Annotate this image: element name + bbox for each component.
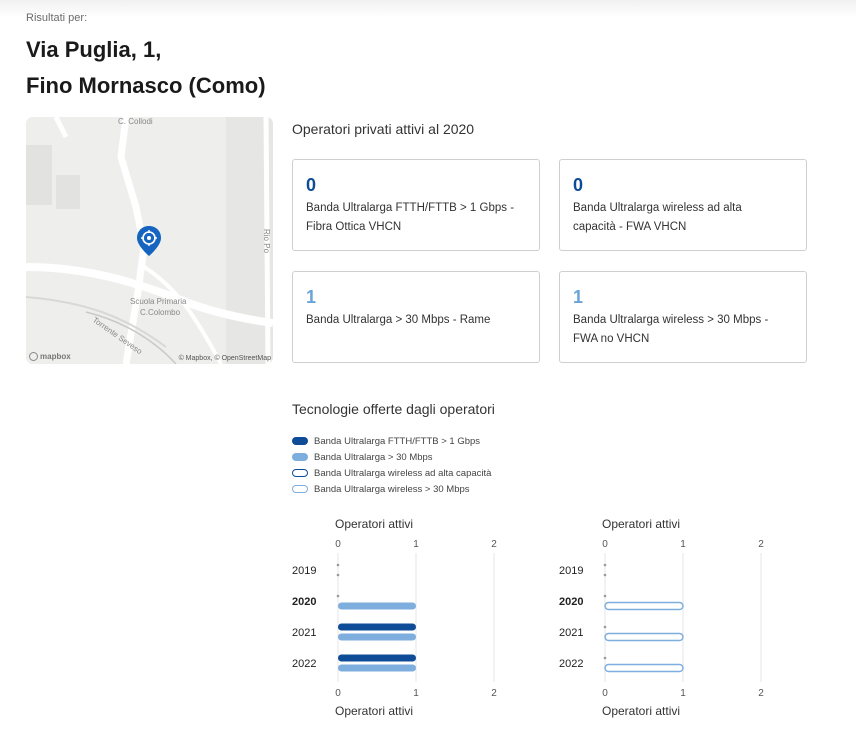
operator-card-copper: 1 Banda Ultralarga > 30 Mbps - Rame [292, 271, 540, 363]
chart-wireless-svg: Operatori attivi Operatori attivi 0 0 1 1 2 2 20… [559, 517, 764, 718]
operator-card-value: 1 [306, 287, 317, 307]
legend-label: Banda Ultralarga wireless > 30 Mbps [314, 483, 470, 495]
x-tick-label-bottom: 1 [413, 688, 419, 699]
mapbox-logo-icon [29, 352, 38, 361]
map-label-school-2: C.Colombo [140, 308, 181, 317]
zero-marker [336, 594, 340, 598]
y-category-label: 2020 [559, 596, 583, 608]
x-tick-label-bottom: 2 [491, 688, 497, 699]
top-fade [0, 0, 856, 18]
x-axis-title-bottom: Operatori attivi [335, 704, 413, 718]
y-category-label: 2022 [559, 658, 583, 670]
map-attribution[interactable]: © Mapbox, © OpenStreetMap [179, 355, 271, 362]
operator-card-value: 1 [573, 287, 584, 307]
legend-label: Banda Ultralarga > 30 Mbps [314, 451, 433, 463]
x-tick-label-top: 2 [491, 539, 497, 550]
operator-card-label: Banda Ultralarga wireless ad alta capacit… [573, 202, 742, 233]
legend-item: Banda Ultralarga FTTH/FTTB > 1 Gbps [292, 433, 491, 449]
zero-marker [336, 573, 340, 577]
x-tick-label-top: 0 [335, 539, 341, 550]
y-category-label: 2019 [559, 565, 583, 577]
address-line-1: Via Puglia, 1, [26, 37, 162, 62]
bar [604, 663, 684, 673]
legend-swatch [292, 453, 308, 461]
operator-card-label: Banda Ultralarga FTTH/FTTB > 1 Gbps - Fib… [306, 202, 515, 233]
y-category-label: 2022 [292, 658, 316, 670]
zero-marker [603, 573, 607, 577]
x-tick-label-bottom: 0 [335, 688, 341, 699]
results-for-label: Risultati per: [26, 12, 88, 24]
mapbox-logo[interactable]: mapbox [29, 352, 71, 361]
chart-wireless: Operatori attivi Operatori attivi 0 0 1 1 2 2 20… [553, 510, 803, 730]
bar [604, 632, 684, 642]
x-tick-label-top: 2 [758, 539, 764, 550]
x-tick-label-top: 1 [413, 539, 419, 550]
bar [338, 664, 416, 672]
operator-card-value: 0 [573, 175, 584, 195]
location-pin-icon[interactable] [136, 225, 162, 257]
legend-label: Banda Ultralarga wireless ad alta capaci… [314, 467, 492, 479]
location-map[interactable]: C. Collodi Scuola Primaria C.Colombo Tor… [26, 117, 273, 364]
x-tick-label-top: 1 [680, 539, 686, 550]
bar [338, 633, 416, 641]
operator-card-ftth: 0 Banda Ultralarga FTTH/FTTB > 1 Gbps -F… [292, 159, 540, 251]
x-tick-label-bottom: 2 [758, 688, 764, 699]
legend-swatch [292, 469, 308, 477]
chart-wired: Operatori attivi Operatori attivi 0 0 1 1 2 2 20… [286, 510, 536, 730]
y-category-label: 2021 [292, 627, 316, 639]
legend-label: Banda Ultralarga FTTH/FTTB > 1 Gbps [314, 435, 481, 447]
zero-marker [603, 594, 607, 598]
zero-marker [603, 625, 607, 629]
operator-card-fwa-vhcn: 0 Banda Ultralarga wireless ad alta capac… [559, 159, 807, 251]
legend-swatch [292, 485, 308, 493]
zero-marker [336, 563, 340, 567]
mapbox-logo-text: mapbox [40, 352, 71, 361]
operator-card-value: 0 [306, 175, 317, 195]
y-category-label: 2019 [292, 565, 316, 577]
technologies-legend: Banda Ultralarga FTTH/FTTB > 1 Gbps Band… [292, 433, 491, 497]
bar [338, 654, 416, 662]
map-label-street-top: C. Collodi [118, 117, 153, 126]
operator-card-label: Banda Ultralarga > 30 Mbps - Rame [306, 314, 491, 326]
operators-section-title: Operatori privati attivi al 2020 [292, 121, 475, 137]
legend-item: Banda Ultralarga > 30 Mbps [292, 449, 491, 465]
address-line-2: Fino Mornasco (Como) [26, 73, 266, 98]
x-axis-title-bottom: Operatori attivi [602, 704, 680, 718]
technologies-section-title: Tecnologie offerte dagli operatori [292, 401, 495, 417]
legend-item: Banda Ultralarga wireless > 30 Mbps [292, 481, 491, 497]
operator-card-fwa-no-vhcn: 1 Banda Ultralarga wireless > 30 Mbps -F… [559, 271, 807, 363]
zero-marker [603, 656, 607, 660]
bar [604, 601, 684, 611]
x-axis-title-top: Operatori attivi [335, 517, 413, 531]
y-category-label: 2021 [559, 627, 583, 639]
y-category-label: 2020 [292, 596, 316, 608]
zero-marker [603, 563, 607, 567]
x-tick-label-bottom: 0 [602, 688, 608, 699]
x-tick-label-bottom: 1 [680, 688, 686, 699]
legend-item: Banda Ultralarga wireless ad alta capaci… [292, 465, 491, 481]
bar [338, 602, 416, 610]
chart-wired-svg: Operatori attivi Operatori attivi 0 0 1 1 2 2 20… [292, 517, 497, 718]
x-tick-label-top: 0 [602, 539, 608, 550]
x-axis-title-top: Operatori attivi [602, 517, 680, 531]
address-heading: Via Puglia, 1, Fino Mornasco (Como) [26, 32, 266, 104]
legend-swatch [292, 437, 308, 445]
bar [338, 623, 416, 631]
operator-card-label: Banda Ultralarga wireless > 30 Mbps - FWA… [573, 314, 769, 345]
map-label-school-1: Scuola Primaria [130, 297, 187, 306]
map-label-road-right: Rio Po [262, 229, 271, 254]
